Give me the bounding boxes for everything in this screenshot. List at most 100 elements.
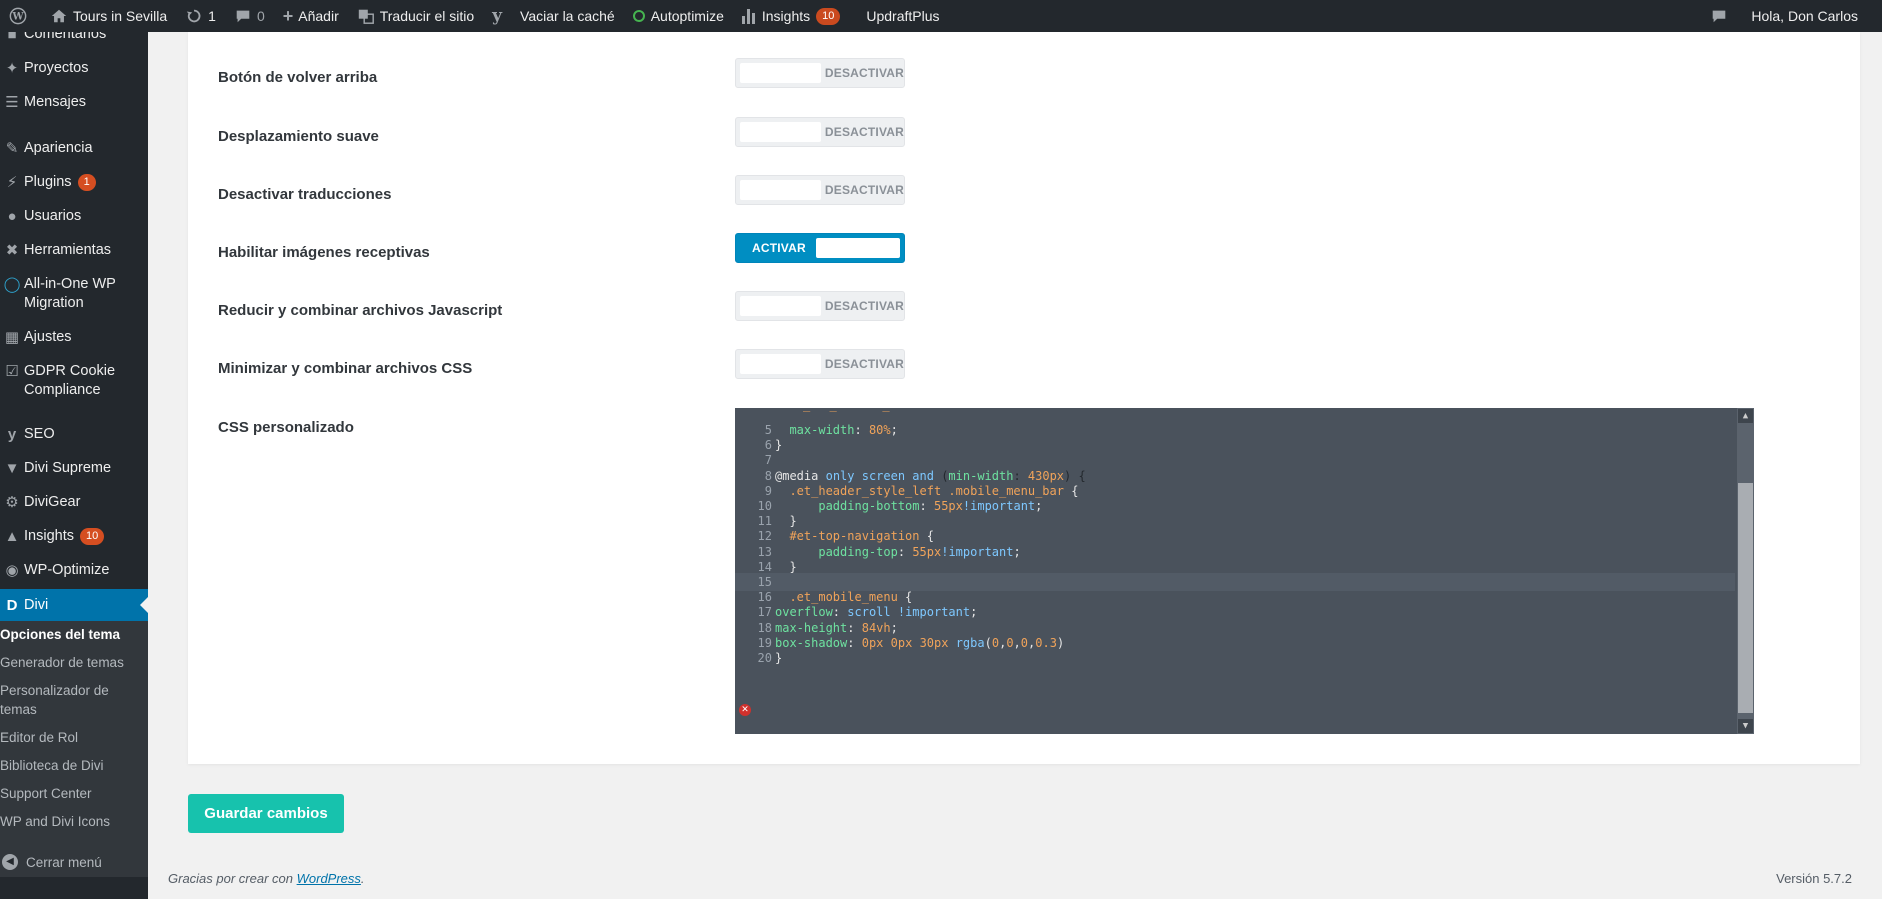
sidebar-item-seo[interactable]: y SEO [0,425,148,444]
sidebar-item-ajustes[interactable]: ▦ Ajustes [0,328,148,347]
admin-sidebar: ■ Comentarios ✦ Proyectos ☰ Mensajes ✎ A… [0,32,148,899]
gear-icon: ⚙ [5,494,19,511]
clear-cache-link[interactable]: Vaciar la caché [511,0,624,32]
sidebar-item-plugins[interactable]: ⚡ Plugins 1 [0,173,148,192]
option-label-minify-js: Reducir y combinar archivos Javascript [218,302,503,319]
custom-css-editor[interactable]: _ _ - _ - 5 max-width: 80%;6}78@media on… [735,408,1754,734]
sidebar-item-gdpr[interactable]: ☑ GDPR Cookie Compliance [0,362,148,400]
sidebar-item-all-in-one[interactable]: ◯ All-in-One WP Migration [0,275,148,313]
error-icon: ✕ [739,704,751,716]
partial-line: _ _ - _ - [803,408,922,412]
account-menu[interactable]: Hola, Don Carlos [1742,0,1882,32]
insights-link[interactable]: Insights 10 [733,0,850,32]
code-text: box-shadow: 0px 0px 30px rgba(0,0,0,0.3) [775,635,1065,650]
toggle-minify-js[interactable]: DESACTIVAR [735,291,905,321]
code-text: padding-bottom: 55px!important; [818,499,1043,513]
toggle-smooth-scroll[interactable]: DESACTIVAR [735,117,905,147]
scroll-down-arrow[interactable]: ▼ [1738,719,1753,733]
code-text: overflow: scroll !important; [775,605,978,620]
toggle-knob [740,180,821,200]
sidebar-item-herramientas[interactable]: ✖ Herramientas [0,241,148,260]
toggle-knob [740,122,821,142]
autoptimize-label: Autoptimize [650,8,724,24]
toggle-responsive-images[interactable]: ACTIVAR [735,233,905,263]
updates-link[interactable]: 1 [176,0,225,32]
toggle-state: DESACTIVAR [824,125,904,139]
messages-icon: ☰ [5,94,19,111]
divi-submenu: Opciones del tema Generador de temas Per… [0,621,148,877]
toggle-knob [740,354,821,374]
admin-bar: W Tours in Sevilla 1 0 + Añadir Traducir… [0,0,1882,32]
sidebar-item-apariencia[interactable]: ✎ Apariencia [0,139,148,158]
yoast-icon: y [492,6,503,26]
toggle-state: DESACTIVAR [824,183,904,197]
submenu-editor-de-rol[interactable]: Editor de Rol [0,728,148,747]
code-text: .et_mobile_menu { [775,590,913,605]
divi-icon: D [6,597,18,614]
insights-badge: 10 [816,7,841,25]
code-text: max-width: 80%; [789,423,898,437]
updraftplus-link[interactable]: UpdraftPlus [857,0,948,32]
toggle-minify-css[interactable]: DESACTIVAR [735,349,905,379]
site-name-link[interactable]: Tours in Sevilla [41,0,176,32]
divi-supreme-icon: ▼ [4,460,20,477]
code-line[interactable]: 20} [735,649,1735,667]
site-name: Tours in Sevilla [73,8,168,24]
updraft-label: UpdraftPlus [866,8,940,24]
autoptimize-link[interactable]: Autoptimize [624,0,733,32]
save-changes-button[interactable]: Guardar cambios [188,794,344,833]
collapse-menu-button[interactable]: ◀ Cerrar menú [0,854,102,870]
updates-count: 1 [208,8,216,24]
sidebar-item-wp-optimize[interactable]: ◉ WP-Optimize [0,561,148,580]
toggle-state: DESACTIVAR [824,66,904,80]
footer-version: Versión 5.7.2 [1776,871,1852,886]
code-text: } [775,651,783,665]
sidebar-item-divigear[interactable]: ⚙ DiviGear [0,493,148,512]
submenu-generador-de-temas[interactable]: Generador de temas [0,653,148,672]
toggle-knob [740,296,821,316]
footer-thanks-text: Gracias por crear con [168,871,297,886]
line-number: 20 [757,651,772,665]
submenu-biblioteca-de-divi[interactable]: Biblioteca de Divi [0,756,148,775]
code-text: } [775,438,783,453]
yoast-link[interactable]: y [483,0,511,32]
sidebar-item-insights[interactable]: ▲ Insights 10 [0,527,148,546]
insights-icon [741,8,755,24]
submenu-wp-and-divi-icons[interactable]: WP and Divi Icons [0,812,148,831]
toggle-back-to-top[interactable]: DESACTIVAR [735,58,905,88]
sidebar-item-comentarios[interactable]: ■ Comentarios [0,32,148,44]
brush-icon: ✎ [5,140,19,157]
toggle-state: DESACTIVAR [824,357,904,371]
submenu-support-center[interactable]: Support Center [0,784,148,803]
sidebar-item-usuarios[interactable]: ● Usuarios [0,207,148,226]
translate-icon [358,9,374,24]
sidebar-item-divi-supreme[interactable]: ▼ Divi Supreme [0,459,148,478]
wordpress-logo-icon[interactable]: W [0,0,41,32]
sidebar-item-divi[interactable]: D Divi [0,589,148,622]
option-label-smooth-scroll: Desplazamiento suave [218,128,379,145]
scroll-up-arrow[interactable]: ▲ [1738,409,1753,423]
comment-icon [236,10,250,23]
editor-scrollbar[interactable]: ▲ ▼ [1737,408,1754,734]
wordpress-link[interactable]: WordPress [297,871,361,886]
collapse-icon: ◀ [2,854,18,870]
notifications-link[interactable] [1701,0,1742,32]
pin-icon: ✦ [5,60,19,77]
scroll-thumb[interactable] [1738,483,1753,713]
toggle-knob [816,238,900,258]
submenu-opciones-del-tema[interactable]: Opciones del tema [0,625,148,644]
code-text: } [775,559,797,574]
submenu-personalizador-de-temas[interactable]: Personalizador de temas [0,681,115,719]
toggle-knob [740,63,821,83]
translate-link[interactable]: Traducir el sitio [348,0,483,32]
toggle-disable-translations[interactable]: DESACTIVAR [735,175,905,205]
new-content-link[interactable]: + Añadir [274,0,348,32]
plugins-badge: 1 [77,174,96,191]
code-text: padding-top: 55px!important; [818,544,1021,559]
sidebar-item-mensajes[interactable]: ☰ Mensajes [0,93,148,112]
comments-link[interactable]: 0 [225,0,274,32]
sidebar-item-proyectos[interactable]: ✦ Proyectos [0,59,148,78]
insights-sidebar-badge: 10 [79,528,105,545]
translate-label: Traducir el sitio [379,8,475,24]
code-text: max-height: 84vh; [775,620,898,635]
